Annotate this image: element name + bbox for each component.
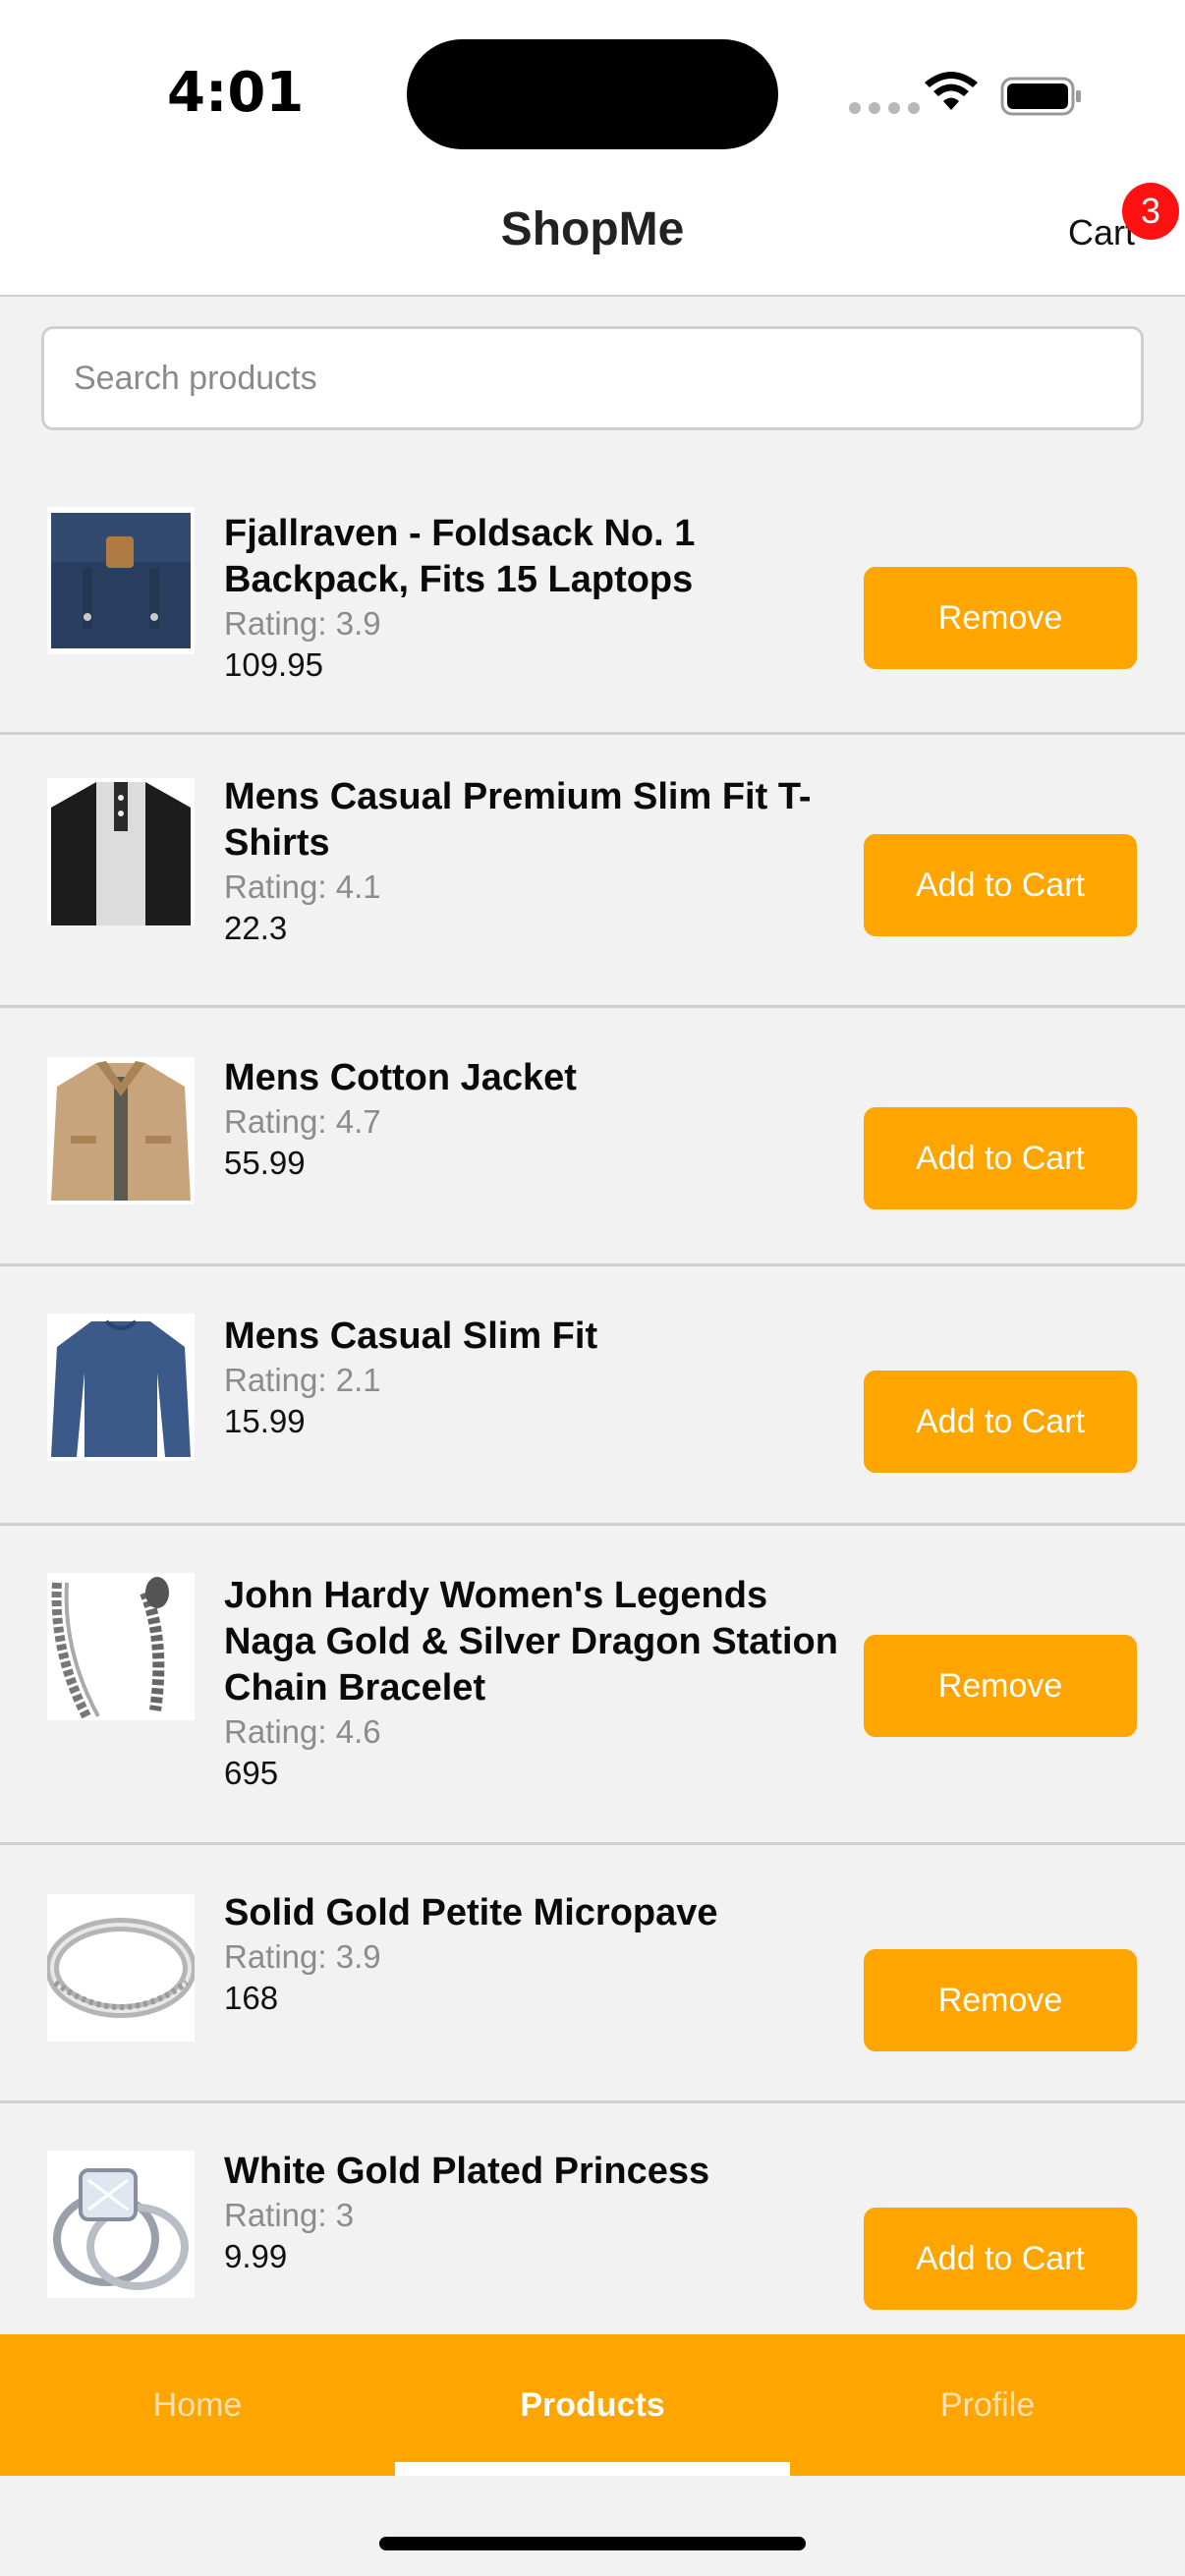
product-item: Solid Gold Petite Micropave Rating: 3.9 … bbox=[0, 1845, 1185, 2103]
product-image-backpack bbox=[47, 507, 195, 654]
product-title: Fjallraven - Foldsack No. 1 Backpack, Fi… bbox=[224, 513, 696, 600]
tab-products[interactable]: Products bbox=[395, 2334, 790, 2476]
cellular-signal-icon bbox=[849, 102, 920, 114]
search-input[interactable] bbox=[41, 326, 1144, 430]
add-to-cart-button[interactable]: Add to Cart bbox=[864, 834, 1137, 936]
tab-label: Products bbox=[520, 2386, 665, 2424]
product-info: Solid Gold Petite Micropave Rating: 3.9 … bbox=[224, 1890, 863, 2019]
product-image-longsleeve bbox=[47, 1314, 195, 1461]
remove-button[interactable]: Remove bbox=[864, 1635, 1137, 1737]
product-item: John Hardy Women's Legends Naga Gold & S… bbox=[0, 1526, 1185, 1845]
product-image-ring bbox=[47, 1894, 195, 2042]
product-list: Fjallraven - Foldsack No. 1 Backpack, Fi… bbox=[0, 472, 1185, 2359]
product-rating: Rating: 3.9 bbox=[224, 605, 381, 642]
tab-profile[interactable]: Profile bbox=[790, 2334, 1185, 2476]
product-info: John Hardy Women's Legends Naga Gold & S… bbox=[224, 1573, 863, 1794]
product-image-princess-ring bbox=[47, 2151, 195, 2298]
product-rating: Rating: 4.1 bbox=[224, 868, 381, 905]
tab-home[interactable]: Home bbox=[0, 2334, 395, 2476]
product-title: John Hardy Women's Legends Naga Gold & S… bbox=[224, 1575, 838, 1708]
product-title: Mens Casual Slim Fit bbox=[224, 1316, 598, 1357]
product-item: Mens Cotton Jacket Rating: 4.7 55.99 Add… bbox=[0, 1008, 1185, 1266]
product-title: Solid Gold Petite Micropave bbox=[224, 1892, 718, 1933]
product-image-bracelet bbox=[47, 1573, 195, 1720]
product-price: 9.99 bbox=[224, 2238, 288, 2274]
product-item: Mens Casual Premium Slim Fit T-Shirts Ra… bbox=[0, 735, 1185, 1008]
remove-button[interactable]: Remove bbox=[864, 1949, 1137, 2051]
product-price: 55.99 bbox=[224, 1145, 306, 1181]
product-item: Fjallraven - Foldsack No. 1 Backpack, Fi… bbox=[0, 472, 1185, 735]
page-title: ShopMe bbox=[500, 203, 685, 255]
add-to-cart-button[interactable]: Add to Cart bbox=[864, 2208, 1137, 2310]
product-rating: Rating: 3.9 bbox=[224, 1938, 381, 1975]
status-bar: 4:01 bbox=[0, 0, 1185, 177]
product-image-jacket bbox=[47, 1057, 195, 1204]
product-price: 109.95 bbox=[224, 646, 323, 683]
status-time: 4:01 bbox=[167, 61, 305, 125]
bottom-tab-bar: Home Products Profile bbox=[0, 2334, 1185, 2476]
add-to-cart-button[interactable]: Add to Cart bbox=[864, 1107, 1137, 1209]
product-price: 15.99 bbox=[224, 1403, 306, 1439]
app-header: ShopMe Cart 3 bbox=[0, 177, 1185, 297]
product-rating: Rating: 4.6 bbox=[224, 1713, 381, 1750]
product-info: Fjallraven - Foldsack No. 1 Backpack, Fi… bbox=[224, 511, 863, 686]
product-rating: Rating: 4.7 bbox=[224, 1103, 381, 1140]
product-title: Mens Cotton Jacket bbox=[224, 1057, 577, 1098]
active-tab-indicator bbox=[395, 2462, 790, 2476]
product-info: White Gold Plated Princess Rating: 3 9.9… bbox=[224, 2149, 863, 2277]
wifi-icon bbox=[925, 72, 978, 110]
battery-icon bbox=[1000, 77, 1081, 116]
remove-button[interactable]: Remove bbox=[864, 567, 1137, 669]
dynamic-island bbox=[407, 39, 778, 149]
product-title: Mens Casual Premium Slim Fit T-Shirts bbox=[224, 776, 812, 864]
product-title: White Gold Plated Princess bbox=[224, 2151, 710, 2192]
product-info: Mens Casual Premium Slim Fit T-Shirts Ra… bbox=[224, 774, 863, 949]
home-indicator bbox=[379, 2537, 806, 2550]
add-to-cart-button[interactable]: Add to Cart bbox=[864, 1371, 1137, 1473]
product-price: 168 bbox=[224, 1980, 279, 2016]
product-info: Mens Cotton Jacket Rating: 4.7 55.99 bbox=[224, 1055, 863, 1184]
tab-label: Home bbox=[152, 2386, 243, 2424]
product-rating: Rating: 3 bbox=[224, 2197, 355, 2233]
product-item: White Gold Plated Princess Rating: 3 9.9… bbox=[0, 2103, 1185, 2359]
cart-count-badge: 3 bbox=[1122, 183, 1179, 240]
product-image-tshirt bbox=[47, 778, 195, 925]
product-rating: Rating: 2.1 bbox=[224, 1362, 381, 1398]
product-item: Mens Casual Slim Fit Rating: 2.1 15.99 A… bbox=[0, 1266, 1185, 1526]
tab-label: Profile bbox=[939, 2386, 1036, 2424]
product-info: Mens Casual Slim Fit Rating: 2.1 15.99 bbox=[224, 1314, 863, 1442]
product-price: 695 bbox=[224, 1755, 279, 1791]
product-price: 22.3 bbox=[224, 910, 288, 946]
